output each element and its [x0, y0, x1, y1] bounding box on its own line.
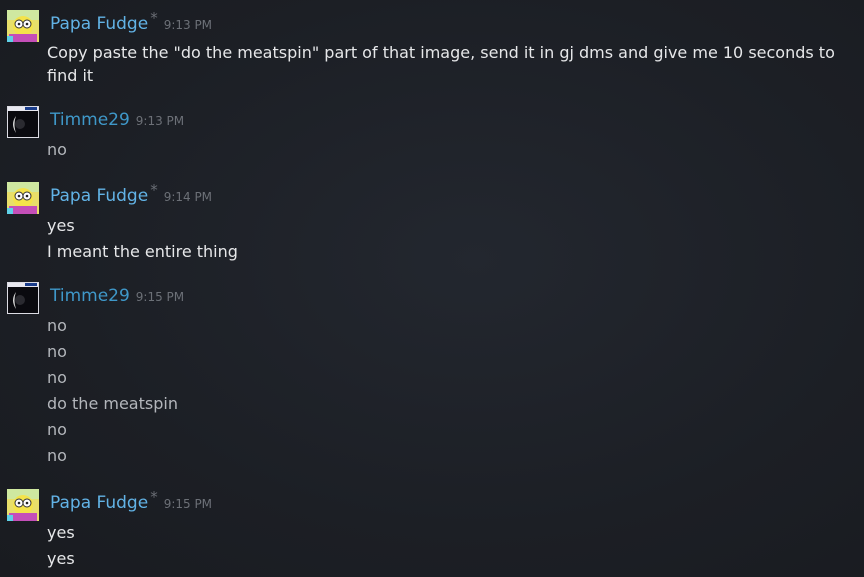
papa-fudge-avatar-icon[interactable]: [7, 10, 39, 42]
timestamp: 9:14 PM: [163, 190, 213, 204]
message-body: Copy paste the "do the meatspin" part of…: [47, 41, 857, 87]
timestamp: 9:15 PM: [163, 497, 213, 511]
timme29-avatar-icon[interactable]: [7, 106, 39, 138]
timme29-avatar-icon[interactable]: [7, 282, 39, 314]
timestamp: 9:13 PM: [163, 18, 213, 32]
message-text: no: [47, 446, 67, 465]
author-name[interactable]: Timme29: [50, 286, 130, 306]
message-text: yes: [47, 549, 75, 568]
message-header: Papa Fudge * 9:14 PM: [50, 181, 213, 210]
author-name[interactable]: Papa Fudge: [50, 14, 148, 34]
message-text: yes: [47, 216, 75, 235]
message-text: yes: [47, 523, 75, 542]
timestamp: 9:15 PM: [135, 290, 185, 304]
favorite-star-icon: *: [150, 488, 158, 506]
favorite-star-icon: *: [150, 181, 158, 199]
message-body: yes yes: [47, 520, 857, 572]
author-name[interactable]: Papa Fudge: [50, 493, 148, 513]
author-name[interactable]: Timme29: [50, 110, 130, 130]
papa-fudge-avatar-icon[interactable]: [7, 182, 39, 214]
chat-log: Papa Fudge * 9:13 PM Copy paste the "do th…: [0, 0, 864, 577]
author-name[interactable]: Papa Fudge: [50, 186, 148, 206]
message-text: no: [47, 420, 67, 439]
message-body: no no no do the meatspin no no: [47, 313, 857, 469]
message-body: yes I meant the entire thing: [47, 213, 857, 265]
message-text: no: [47, 368, 67, 387]
message-header: Papa Fudge * 9:13 PM: [50, 9, 213, 38]
message-text: no: [47, 342, 67, 361]
favorite-star-icon: *: [150, 9, 158, 27]
timestamp: 9:13 PM: [135, 114, 185, 128]
message-header: Timme29 9:15 PM: [50, 286, 184, 310]
message-header: Papa Fudge * 9:15 PM: [50, 488, 213, 517]
message-header: Timme29 9:13 PM: [50, 110, 184, 134]
message-text: do the meatspin: [47, 394, 178, 413]
message-body: no: [47, 137, 857, 163]
message-text: no: [47, 316, 67, 335]
message-text: Copy paste the "do the meatspin" part of…: [47, 43, 835, 85]
message-text: I meant the entire thing: [47, 242, 238, 261]
papa-fudge-avatar-icon[interactable]: [7, 489, 39, 521]
message-text: no: [47, 140, 67, 159]
